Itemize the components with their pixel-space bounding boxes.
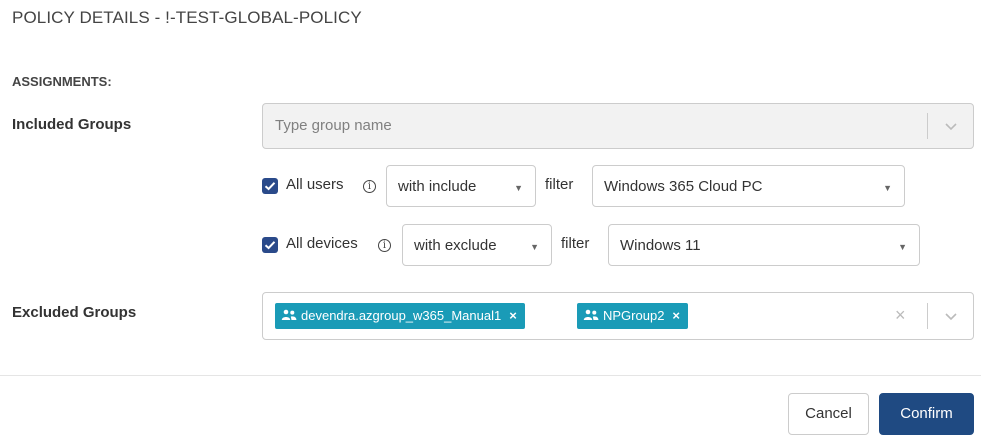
all-devices-mode-select[interactable]: with exclude ▼ bbox=[402, 224, 552, 266]
combobox-divider bbox=[927, 113, 928, 139]
excluded-groups-label: Excluded Groups bbox=[12, 304, 137, 321]
caret-down-icon: ▼ bbox=[898, 242, 907, 252]
included-groups-label: Included Groups bbox=[12, 116, 132, 133]
all-devices-filter-label: filter bbox=[561, 235, 590, 252]
cancel-button[interactable]: Cancel bbox=[788, 393, 869, 435]
all-users-filter-select[interactable]: Windows 365 Cloud PC ▼ bbox=[592, 165, 905, 207]
excluded-group-tag-label: NPGroup2 bbox=[603, 308, 665, 323]
caret-down-icon: ▼ bbox=[530, 242, 539, 252]
info-icon[interactable]: i bbox=[363, 180, 376, 193]
remove-tag-button[interactable]: × bbox=[672, 308, 680, 323]
included-groups-combobox[interactable]: Type group name bbox=[262, 103, 974, 149]
remove-tag-button[interactable]: × bbox=[509, 308, 517, 323]
section-heading-assignments: ASSIGNMENTS: bbox=[12, 74, 112, 89]
all-users-label: All users bbox=[286, 176, 344, 193]
group-icon bbox=[281, 304, 297, 330]
all-users-mode-select[interactable]: with include ▼ bbox=[386, 165, 536, 207]
group-icon bbox=[583, 304, 599, 330]
caret-down-icon: ▼ bbox=[514, 183, 523, 193]
excluded-group-tag: devendra.azgroup_w365_Manual1 × bbox=[275, 303, 525, 329]
all-users-checkbox[interactable] bbox=[262, 178, 278, 194]
all-users-mode-value: with include bbox=[398, 178, 477, 195]
combobox-divider bbox=[927, 303, 928, 329]
clear-icon[interactable]: × bbox=[895, 305, 906, 326]
caret-down-icon: ▼ bbox=[883, 183, 892, 193]
all-users-filter-value: Windows 365 Cloud PC bbox=[604, 178, 763, 195]
confirm-button[interactable]: Confirm bbox=[879, 393, 974, 435]
excluded-groups-combobox[interactable]: devendra.azgroup_w365_Manual1 × NPGroup2 ×… bbox=[262, 292, 974, 340]
included-groups-placeholder: Type group name bbox=[275, 117, 392, 134]
all-devices-checkbox[interactable] bbox=[262, 237, 278, 253]
footer-divider bbox=[0, 375, 981, 376]
info-icon[interactable]: i bbox=[378, 239, 391, 252]
excluded-group-tag: NPGroup2 × bbox=[577, 303, 689, 330]
dialog-title: POLICY DETAILS - !-TEST-GLOBAL-POLICY bbox=[12, 8, 362, 27]
chevron-down-icon[interactable] bbox=[940, 305, 962, 327]
all-devices-filter-select[interactable]: Windows 11 ▼ bbox=[608, 224, 920, 266]
all-devices-mode-value: with exclude bbox=[414, 237, 497, 254]
excluded-group-tag-label: devendra.azgroup_w365_Manual1 bbox=[301, 308, 502, 323]
all-users-filter-label: filter bbox=[545, 176, 574, 193]
chevron-down-icon[interactable] bbox=[940, 115, 962, 137]
all-devices-label: All devices bbox=[286, 235, 358, 252]
all-devices-filter-value: Windows 11 bbox=[620, 237, 701, 254]
